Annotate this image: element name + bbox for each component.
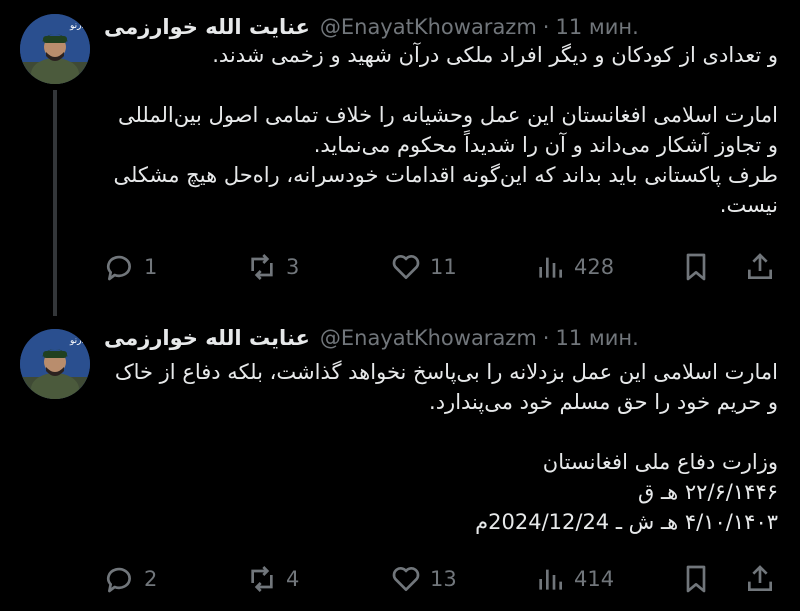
avatar[interactable]: درنو — [20, 329, 90, 399]
timestamp[interactable]: 11 мин. — [555, 326, 638, 350]
separator: · — [542, 326, 550, 350]
tweet-header: عنایت الله خوارزمی @EnayatKhowarazm · 11… — [104, 10, 776, 44]
bookmark-icon — [686, 253, 706, 281]
timestamp[interactable]: 11 мин. — [555, 15, 638, 39]
views-icon — [539, 257, 562, 278]
author-handle[interactable]: @EnayatKhowarazm — [320, 15, 537, 39]
like-count: 13 — [430, 567, 457, 591]
retweet-icon — [251, 566, 273, 592]
views-button[interactable]: 428 — [534, 251, 614, 283]
heart-icon — [392, 255, 420, 279]
retweet-count: 3 — [286, 255, 300, 279]
share-button[interactable] — [744, 251, 776, 283]
like-button[interactable]: 11 — [390, 251, 457, 283]
separator: · — [542, 15, 550, 39]
bookmark-button[interactable] — [680, 563, 712, 595]
share-button[interactable] — [744, 563, 776, 595]
tweet[interactable]: درنو عنایت الله خوارزمی @EnayatKhowarazm… — [0, 0, 800, 316]
bookmark-icon — [686, 565, 706, 593]
retweet-count: 4 — [286, 567, 300, 591]
tweet-text: امارت اسلامی این عمل بزدلانه را بی‌پاسخ … — [114, 360, 778, 534]
share-icon — [748, 253, 772, 279]
avatar-badge-text: درنو — [69, 21, 86, 31]
views-icon — [539, 569, 562, 590]
views-count: 414 — [574, 567, 615, 591]
author-handle[interactable]: @EnayatKhowarazm — [320, 326, 537, 350]
author-name[interactable]: عنایت الله خوارزمی — [104, 326, 310, 350]
reply-icon — [106, 567, 131, 593]
tweet-actions: 1 3 11 428 — [104, 247, 784, 287]
reply-count: 1 — [144, 255, 158, 279]
reply-icon — [106, 255, 131, 281]
reply-count: 2 — [144, 567, 158, 591]
like-button[interactable]: 13 — [390, 563, 457, 595]
views-button[interactable]: 414 — [534, 563, 614, 595]
reply-button[interactable]: 2 — [104, 563, 157, 595]
thread-line — [53, 90, 57, 316]
tweet-actions: 2 4 13 414 — [104, 559, 784, 599]
author-name[interactable]: عنایت الله خوارزمی — [104, 15, 310, 39]
tweet-text: و تعدادی از کودکان و دیگر افراد ملکی درآ… — [113, 43, 778, 217]
tweet[interactable]: درنو عنایت الله خوارزمی @EnayatKhowarazm… — [0, 311, 800, 611]
reply-button[interactable]: 1 — [104, 251, 157, 283]
retweet-button[interactable]: 3 — [246, 251, 299, 283]
avatar[interactable]: درنو — [20, 14, 90, 84]
retweet-icon — [251, 254, 273, 280]
retweet-button[interactable]: 4 — [246, 563, 299, 595]
views-count: 428 — [574, 255, 615, 279]
bookmark-button[interactable] — [680, 251, 712, 283]
avatar-badge-text: درنو — [69, 336, 86, 346]
avatar-image: درنو — [20, 14, 90, 84]
avatar-image: درنو — [20, 329, 90, 399]
tweet-header: عنایت الله خوارزمی @EnayatKhowarazm · 11… — [104, 321, 776, 355]
like-count: 11 — [430, 255, 457, 279]
heart-icon — [392, 567, 420, 591]
share-icon — [748, 565, 772, 591]
